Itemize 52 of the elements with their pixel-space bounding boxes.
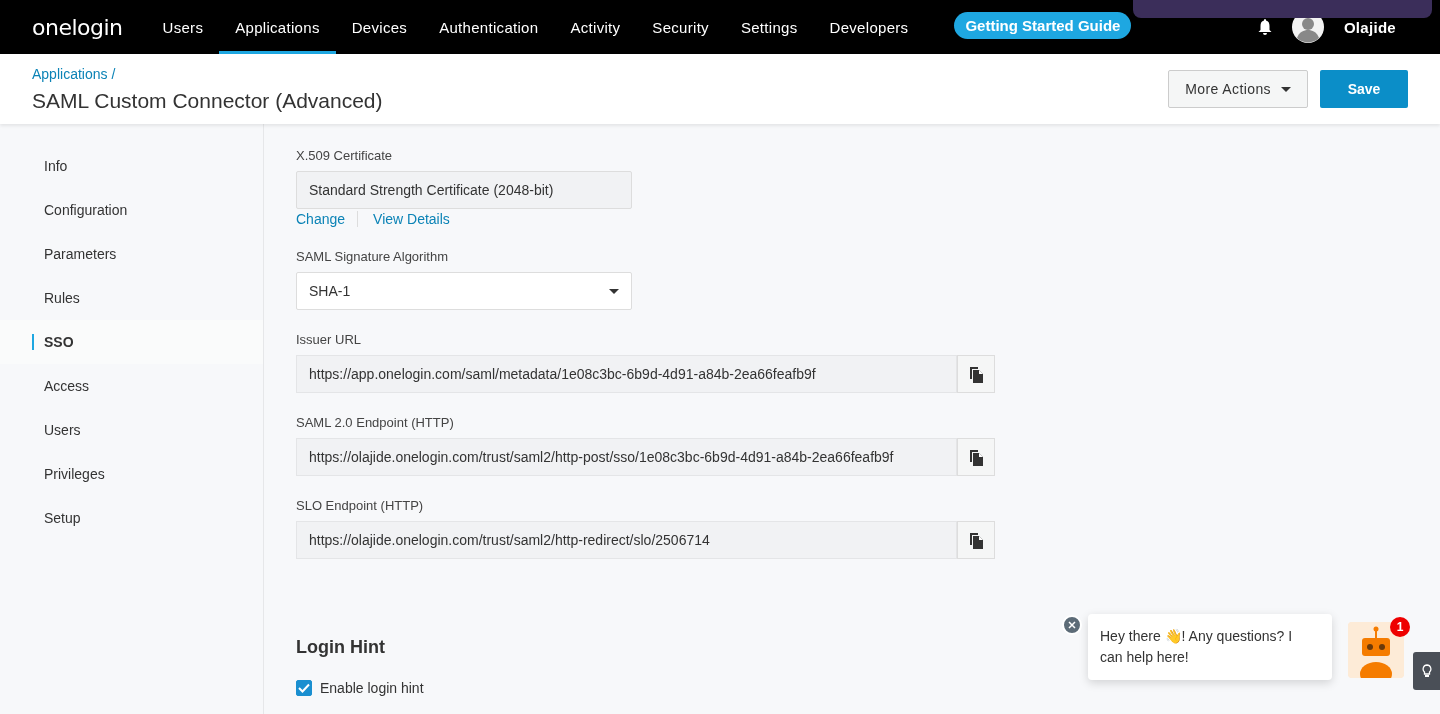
copy-icon (968, 365, 984, 383)
caret-icon (1281, 86, 1291, 92)
link[interactable]: View Details (357, 211, 462, 227)
chat-bubble: Hey there 👋! Any questions? I can help here! (1088, 614, 1332, 680)
lightbulb-icon (1421, 664, 1432, 678)
field-label: X.509 Certificate (296, 148, 393, 163)
close-button[interactable] (1062, 615, 1082, 635)
user-name[interactable]: Olajide (1343, 18, 1396, 36)
nav-tab[interactable]: Activity (554, 0, 637, 54)
caret-icon (609, 288, 619, 294)
certificate-field: Standard Strength Certificate (2048-bit) (296, 171, 632, 209)
url-field: https://olajide.onelogin.com/trust/saml2/http-post/sso/1e08c3bc-6b9d-4d91-a84b-2ea66feafb9f (296, 438, 957, 476)
field-label: SAML 2.0 Endpoint (HTTP) (296, 415, 454, 430)
url-field: https://olajide.onelogin.com/trust/saml2/http-redirect/slo/2506714 (296, 521, 957, 559)
save-button[interactable]: Save (1320, 70, 1408, 108)
logo[interactable]: onelogin (32, 14, 123, 40)
checkbox-label: Enable login hint (320, 680, 424, 696)
copy-icon (968, 531, 984, 549)
sidebar-item[interactable]: Privileges (0, 452, 263, 496)
breadcrumb-link[interactable]: Applications / (32, 66, 116, 82)
nav-tab[interactable]: Security (636, 0, 725, 54)
select-field[interactable]: SHA-1 (296, 272, 632, 310)
sidebar-item[interactable]: Parameters (0, 232, 263, 276)
section-title: Login Hint (296, 637, 385, 658)
copy-button[interactable] (957, 355, 995, 393)
sidebar-item[interactable]: Setup (0, 496, 263, 540)
copy-icon (968, 448, 984, 466)
more-actions-button[interactable]: More Actions (1168, 70, 1308, 108)
copy-button[interactable] (957, 521, 995, 559)
notification-badge: 1 (1390, 617, 1410, 637)
sidebar-item[interactable]: Users (0, 408, 263, 452)
robot-icon[interactable] (1348, 622, 1404, 678)
nav-tab[interactable]: Users (146, 0, 220, 54)
sidebar-item[interactable]: Rules (0, 276, 263, 320)
checkbox[interactable] (296, 680, 312, 696)
lightbulb-button[interactable] (1413, 652, 1440, 690)
nav-tab[interactable]: Authentication (423, 0, 555, 54)
sidebar-item[interactable]: Info (0, 144, 263, 188)
field-label: SAML Signature Algorithm (296, 249, 448, 264)
nav-tab[interactable]: Settings (724, 0, 814, 54)
field-label: SLO Endpoint (HTTP) (296, 498, 424, 513)
link[interactable]: Change (296, 211, 358, 227)
sidebar-item[interactable]: Access (0, 364, 263, 408)
sidebar-item[interactable]: Configuration (0, 188, 263, 232)
nav-tab[interactable]: Devices (335, 0, 424, 54)
field-label: Issuer URL (296, 332, 362, 347)
page-title: SAML Custom Connector (Advanced) (32, 89, 383, 113)
copy-button[interactable] (957, 438, 995, 476)
url-field: https://app.onelogin.com/saml/metadata/1e08c3bc-6b9d-4d91-a84b-2ea66feafb9f (296, 355, 957, 393)
bell-icon[interactable] (1257, 19, 1272, 35)
close-icon (1068, 621, 1076, 629)
nav-tab[interactable]: Developers (813, 0, 925, 54)
